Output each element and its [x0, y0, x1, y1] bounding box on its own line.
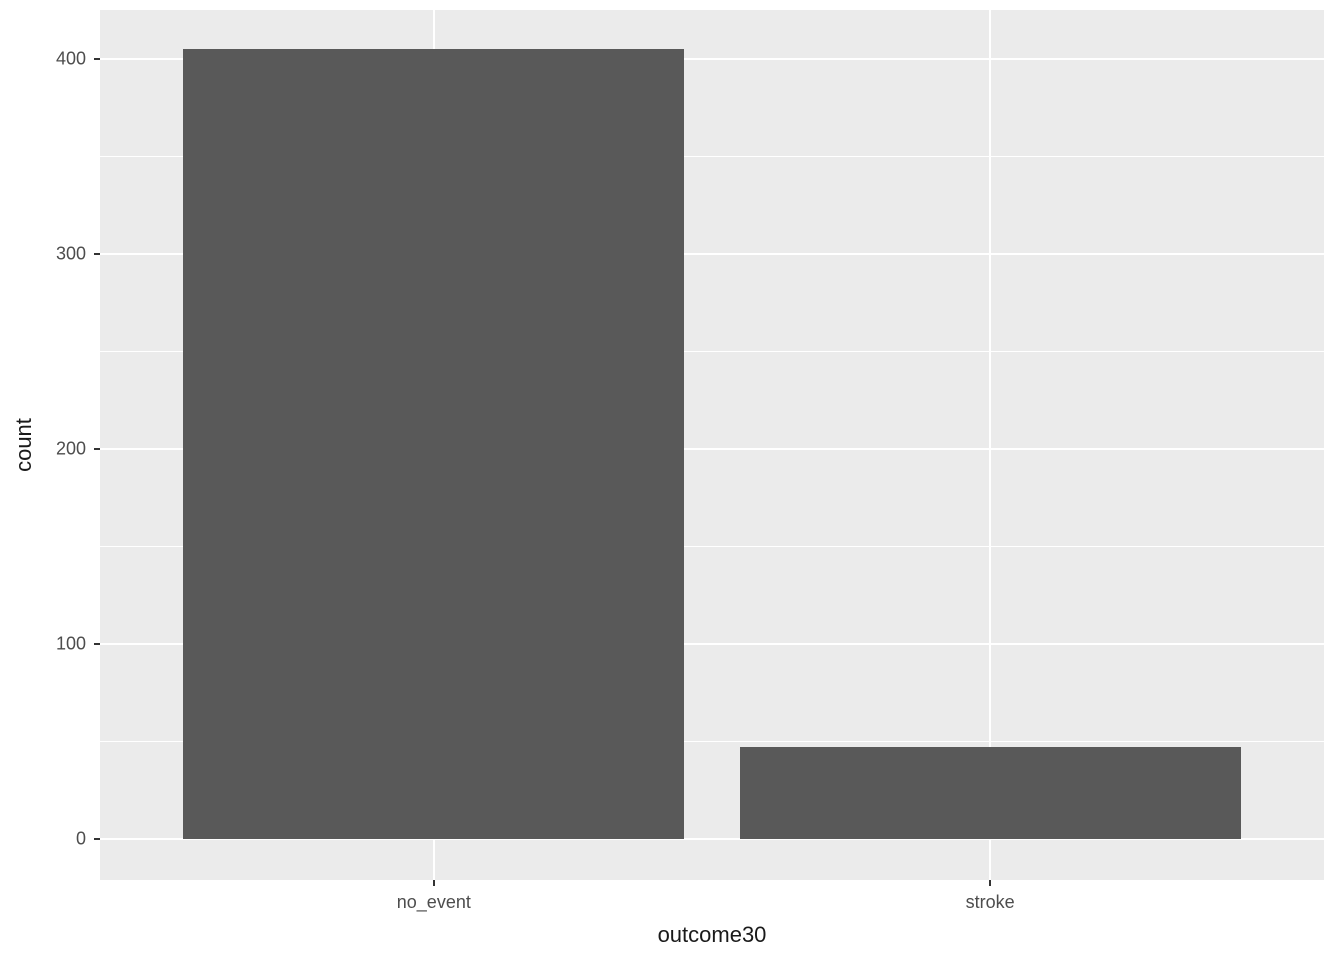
y-tick-mark [94, 58, 100, 60]
bar [183, 49, 684, 839]
y-tick-mark [94, 643, 100, 645]
bar [740, 747, 1241, 839]
chart-container: 0 100 200 300 400 no_event stroke count … [0, 0, 1344, 960]
x-tick-label: stroke [966, 892, 1015, 913]
y-tick-mark [94, 253, 100, 255]
y-tick-label: 100 [26, 633, 86, 654]
y-tick-label: 300 [26, 243, 86, 264]
y-tick-label: 0 [26, 828, 86, 849]
x-tick-mark [989, 880, 991, 886]
y-tick-mark [94, 448, 100, 450]
x-axis-title: outcome30 [658, 922, 767, 948]
x-tick-label: no_event [397, 892, 471, 913]
plot-panel [100, 10, 1324, 880]
x-tick-mark [433, 880, 435, 886]
y-tick-label: 400 [26, 48, 86, 69]
y-axis-title: count [11, 418, 37, 472]
y-tick-mark [94, 838, 100, 840]
